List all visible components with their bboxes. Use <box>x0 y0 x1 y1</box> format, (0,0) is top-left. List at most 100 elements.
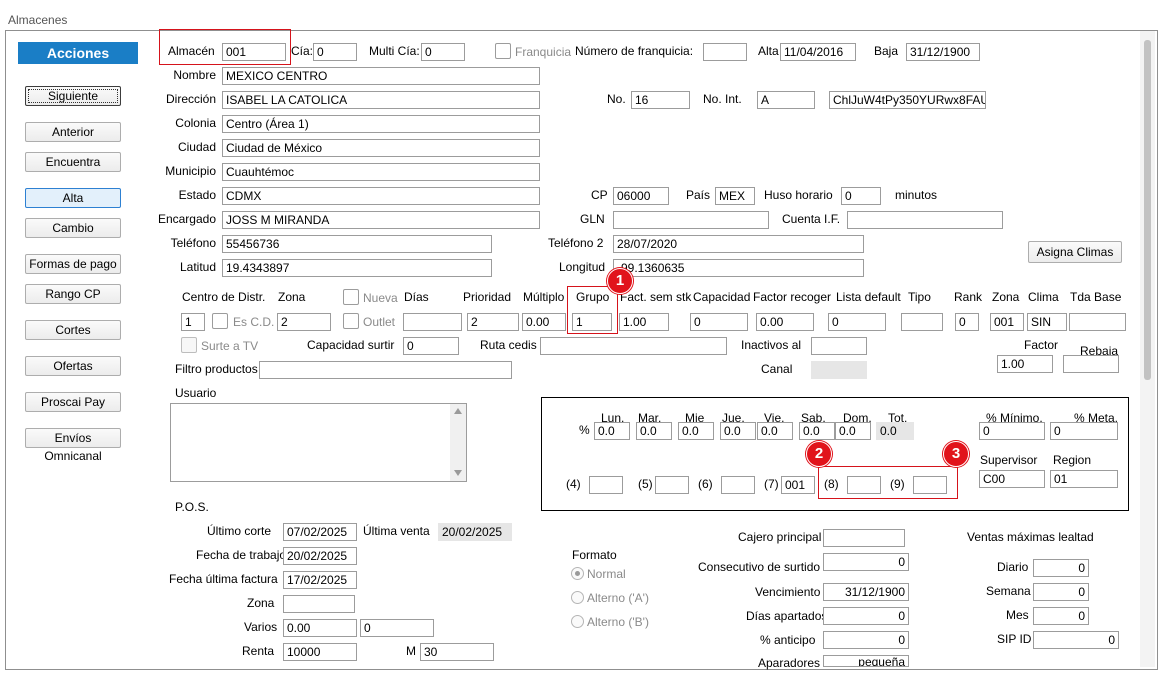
gln-input[interactable] <box>613 211 769 229</box>
formato-alterno-b-radio[interactable] <box>571 615 584 628</box>
huso-input[interactable]: 0 <box>841 187 881 205</box>
scroll-up-arrow-icon[interactable] <box>454 408 462 414</box>
longitud-input[interactable]: -99.1360635 <box>613 259 864 277</box>
factsem-input[interactable]: 1.00 <box>619 313 669 331</box>
tdabase-input[interactable] <box>1069 313 1126 331</box>
slot-input-9[interactable] <box>913 476 947 494</box>
ultimo-corte-input[interactable]: 07/02/2025 <box>283 523 357 541</box>
proscai-pay-button[interactable]: Proscai Pay <box>25 392 121 412</box>
tipo-input[interactable] <box>901 313 943 331</box>
rebaja-input[interactable] <box>1063 355 1119 373</box>
meta-input[interactable]: 0 <box>1050 422 1118 440</box>
anterior-button[interactable]: Anterior <box>25 122 121 142</box>
scroll-down-arrow-icon[interactable] <box>454 470 462 476</box>
diario-input[interactable]: 0 <box>1033 559 1089 577</box>
dias-apartados-input[interactable]: 0 <box>823 607 909 625</box>
vencimiento-input[interactable]: 31/12/1900 <box>823 583 909 601</box>
ofertas-button[interactable]: Ofertas <box>25 356 121 376</box>
day-input-mie[interactable]: 0.0 <box>678 422 714 440</box>
capacidad-input[interactable]: 0 <box>690 313 748 331</box>
direccion-input[interactable]: ISABEL LA CATOLICA <box>222 91 540 109</box>
zona-input[interactable]: 2 <box>277 313 331 331</box>
formato-alterno-a-radio[interactable] <box>571 591 584 604</box>
es-cd-checkbox[interactable] <box>212 313 228 329</box>
cia-input[interactable]: 0 <box>313 43 357 61</box>
surte-tv-checkbox[interactable] <box>181 337 197 353</box>
fecha-ult-factura-input[interactable]: 17/02/2025 <box>283 571 357 589</box>
alta-date-input[interactable]: 11/04/2016 <box>780 43 856 61</box>
telefono-input[interactable]: 55456736 <box>222 235 492 253</box>
region-input[interactable]: 01 <box>1050 470 1118 488</box>
slot-input-7[interactable]: 001 <box>781 476 815 494</box>
consecutivo-input[interactable]: 0 <box>823 553 909 571</box>
rutacedis-input[interactable] <box>540 337 727 355</box>
noint-input[interactable]: A <box>757 91 815 109</box>
latitud-input[interactable]: 19.4343897 <box>222 259 492 277</box>
clima-input[interactable]: SIN <box>1027 313 1067 331</box>
centro-distr-input[interactable]: 1 <box>181 313 205 331</box>
alta-button[interactable]: Alta <box>25 188 121 208</box>
baja-date-input[interactable]: 31/12/1900 <box>906 43 980 61</box>
inactivos-input[interactable] <box>811 337 867 355</box>
prioridad-input[interactable]: 2 <box>467 313 519 331</box>
semana-input[interactable]: 0 <box>1033 583 1089 601</box>
asigna-climas-button[interactable]: Asigna Climas <box>1028 241 1122 263</box>
rank-input[interactable]: 0 <box>955 313 979 331</box>
pos-zona-input[interactable] <box>283 595 355 613</box>
varios-input-2[interactable]: 0 <box>360 619 434 637</box>
capsurtir-input[interactable]: 0 <box>403 337 459 355</box>
grupo-input[interactable]: 1 <box>572 313 612 331</box>
place-id-input[interactable]: ChlJuW4tPy350YURwx8FAUs <box>829 91 986 109</box>
municipio-input[interactable]: Cuauhtémoc <box>222 163 540 181</box>
slot-input-8[interactable] <box>847 476 881 494</box>
multiplo-input[interactable]: 0.00 <box>522 313 566 331</box>
sipid-input[interactable]: 0 <box>1033 631 1119 649</box>
multicia-input[interactable]: 0 <box>421 43 465 61</box>
formato-normal-radio[interactable] <box>571 567 584 580</box>
formas-de-pago-button[interactable]: Formas de pago <box>25 254 121 274</box>
nombre-input[interactable]: MEXICO CENTRO <box>222 67 540 85</box>
day-input-dom[interactable]: 0.0 <box>835 422 871 440</box>
minimo-input[interactable]: 0 <box>979 422 1045 440</box>
scrollbar-thumb[interactable] <box>1144 40 1151 380</box>
day-input-lun[interactable]: 0.0 <box>594 422 630 440</box>
telefono2-input[interactable]: 28/07/2020 <box>613 235 864 253</box>
aparadores-input[interactable]: pequeña <box>823 655 909 667</box>
dias-input[interactable] <box>403 313 462 331</box>
day-input-jue[interactable]: 0.0 <box>720 422 756 440</box>
factrec-input[interactable]: 0.00 <box>756 313 814 331</box>
rango-cp-button[interactable]: Rango CP <box>25 284 121 304</box>
num-franquicia-input[interactable] <box>703 43 747 61</box>
cp-input[interactable]: 06000 <box>613 187 669 205</box>
anticipo-input[interactable]: 0 <box>823 631 909 649</box>
franquicia-checkbox[interactable] <box>495 43 511 59</box>
envios-omnicanal-button[interactable]: Envíos Omnicanal <box>25 428 121 463</box>
day-input-vie[interactable]: 0.0 <box>757 422 793 440</box>
encuentra-button[interactable]: Encuentra <box>25 152 121 172</box>
listadef-input[interactable]: 0 <box>828 313 886 331</box>
outlet-checkbox[interactable] <box>343 313 359 329</box>
cortes-button[interactable]: Cortes <box>25 320 121 340</box>
almacen-input[interactable]: 001 <box>222 43 286 61</box>
filtro-input[interactable] <box>259 361 512 379</box>
day-input-mar[interactable]: 0.0 <box>636 422 672 440</box>
canal-input[interactable] <box>811 361 867 379</box>
siguiente-button[interactable]: Siguiente <box>25 86 121 106</box>
usuario-textarea[interactable] <box>170 403 467 482</box>
renta-input[interactable]: 10000 <box>283 643 357 661</box>
slot-input-4[interactable] <box>589 476 623 494</box>
zona2-input[interactable]: 001 <box>990 313 1024 331</box>
m-input[interactable]: 30 <box>420 643 494 661</box>
nueva-checkbox[interactable] <box>343 289 359 305</box>
cuenta-input[interactable] <box>847 211 1003 229</box>
cajero-input[interactable] <box>823 529 905 547</box>
ciudad-input[interactable]: Ciudad de México <box>222 139 540 157</box>
factor-input[interactable]: 1.00 <box>997 355 1053 373</box>
varios-input-1[interactable]: 0.00 <box>283 619 357 637</box>
supervisor-input[interactable]: C00 <box>979 470 1045 488</box>
colonia-input[interactable]: Centro (Área 1) <box>222 115 540 133</box>
slot-input-5[interactable] <box>655 476 689 494</box>
fecha-trabajo-input[interactable]: 20/02/2025 <box>283 547 357 565</box>
mes-input[interactable]: 0 <box>1033 607 1089 625</box>
pais-input[interactable]: MEX <box>715 187 755 205</box>
